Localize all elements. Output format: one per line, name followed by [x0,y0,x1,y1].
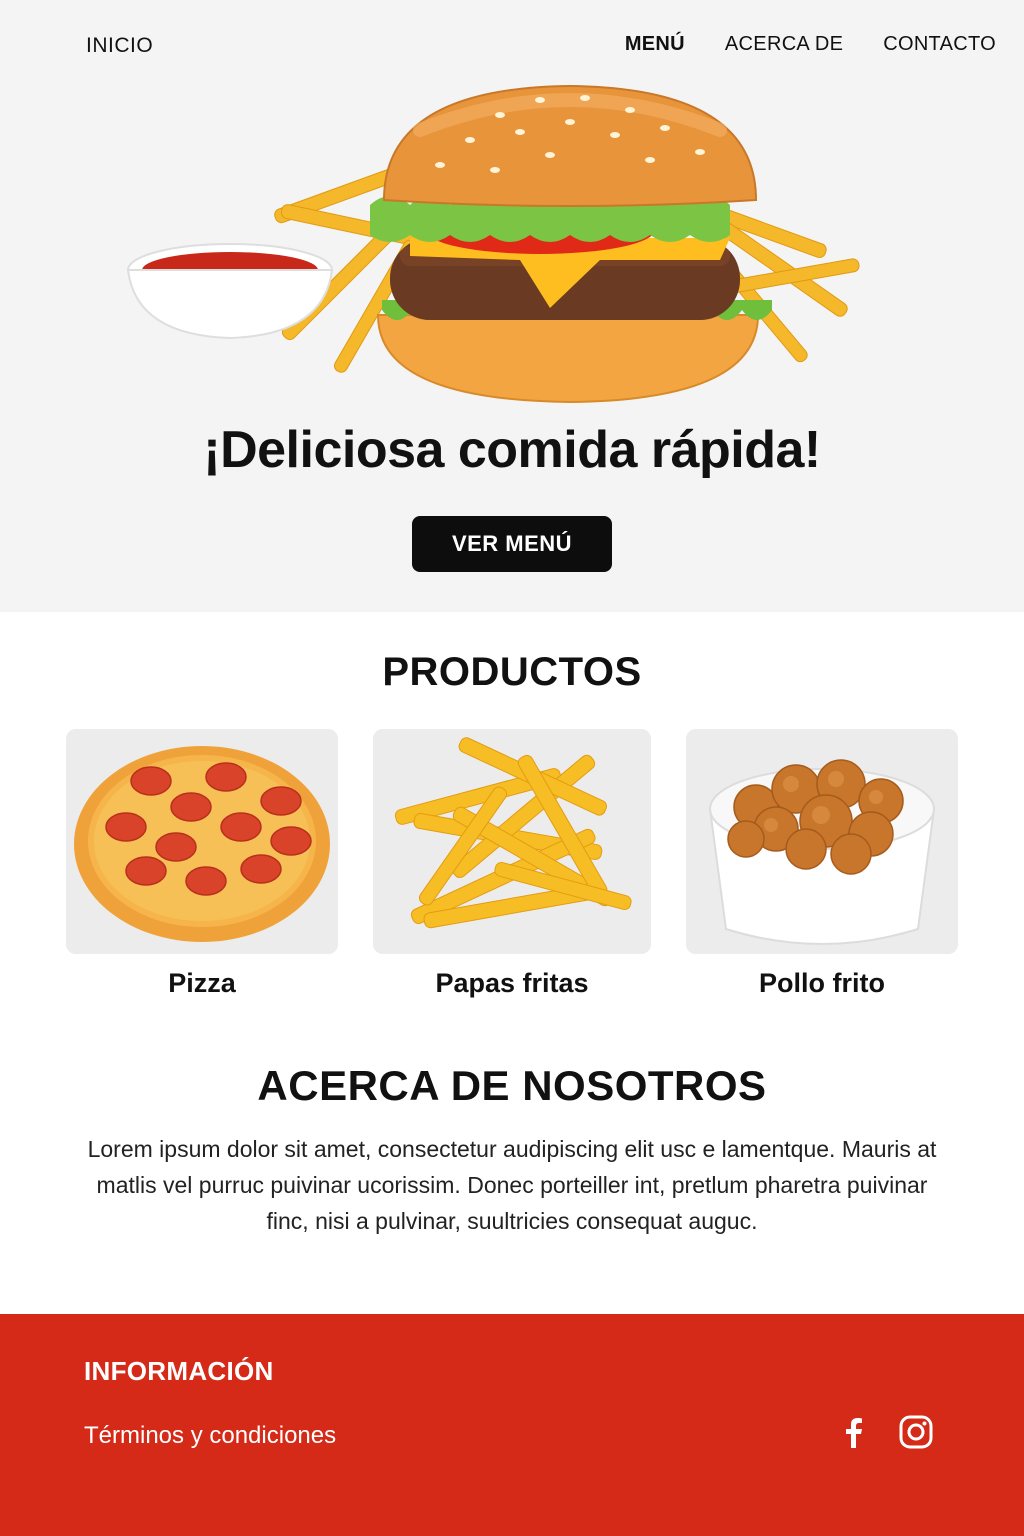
hero-section: INICIO MENÚ ACERCA DE CONTACTO ¡Delicios… [0,0,1024,612]
nav-home-link[interactable]: INICIO [86,34,153,58]
nav-about-link[interactable]: ACERCA DE [725,33,843,56]
about-title: ACERCA DE NOSOTROS [257,1062,767,1109]
view-menu-button[interactable]: VER MENÚ [412,516,612,572]
instagram-icon[interactable] [898,1414,934,1450]
fries-label[interactable]: Papas fritas [373,968,651,999]
footer: INFORMACIÓN Términos y condiciones [0,1314,1024,1536]
terms-link[interactable]: Términos y condiciones [84,1422,336,1450]
nav-contact-link[interactable]: CONTACTO [883,33,996,56]
fried-chicken-image[interactable] [686,729,958,954]
pizza-label[interactable]: Pizza [66,968,338,999]
footer-title: INFORMACIÓN [84,1356,274,1386]
nav-menu-link[interactable]: MENÚ [625,33,685,56]
fries-image[interactable] [373,729,651,954]
top-nav: MENÚ ACERCA DE CONTACTO [625,33,996,56]
hero-title: ¡Deliciosa comida rápida! [203,421,821,479]
about-text: Lorem ipsum dolor sit amet, consectetur … [87,1136,937,1234]
fried-chicken-label[interactable]: Pollo frito [686,968,958,999]
pizza-image[interactable] [66,729,338,954]
facebook-icon[interactable] [836,1414,872,1450]
products-title: PRODUCTOS [382,650,642,694]
burger-hero-image [126,84,860,404]
